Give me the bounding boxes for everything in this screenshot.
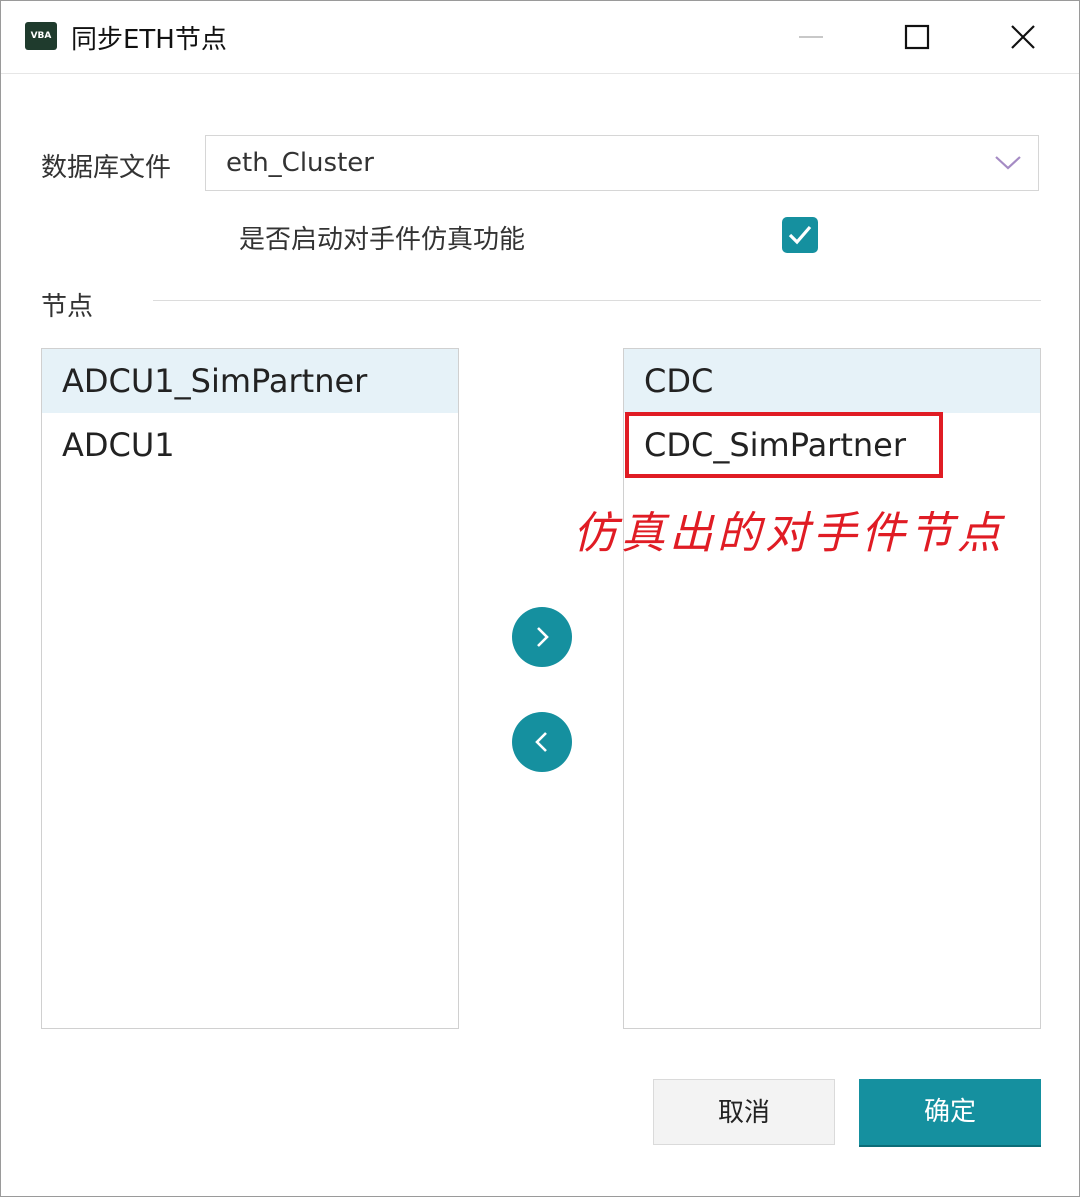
minimize-button[interactable] [761,1,861,73]
sim-partner-checkbox[interactable] [782,217,818,253]
minimize-icon [799,36,823,38]
maximize-icon [904,24,930,50]
annotation-highlight-box [625,412,943,478]
section-divider [153,300,1041,301]
sim-partner-label: 是否启动对手件仿真功能 [239,225,526,255]
database-file-select[interactable]: eth_Cluster [205,135,1039,191]
chevron-left-icon [535,732,547,752]
sync-eth-node-dialog: VBA 同步ETH节点 数据库文件 eth_Cluster 是否启动对手件仿真功… [0,0,1080,1197]
maximize-button[interactable] [867,1,967,73]
list-item[interactable]: ADCU1 [42,413,458,477]
nodes-section-label: 节点 [41,292,94,322]
database-file-value: eth_Cluster [226,148,374,178]
database-file-label: 数据库文件 [41,153,172,183]
window-title: 同步ETH节点 [71,25,227,55]
ok-button[interactable]: 确定 [859,1079,1041,1145]
list-item[interactable]: ADCU1_SimPartner [42,349,458,413]
check-icon [788,225,812,245]
chevron-down-icon [995,156,1021,170]
app-icon: VBA [25,22,57,50]
annotation-text: 仿真出的对手件节点 [573,508,1005,559]
close-icon [1011,25,1035,49]
available-nodes-list[interactable]: ADCU1_SimPartner ADCU1 [41,348,459,1029]
move-left-button[interactable] [512,712,572,772]
cancel-button[interactable]: 取消 [653,1079,835,1145]
close-button[interactable] [973,1,1073,73]
title-bar: VBA 同步ETH节点 [1,1,1079,74]
move-right-button[interactable] [512,607,572,667]
list-item[interactable]: CDC [624,349,1040,413]
chevron-right-icon [537,627,549,647]
